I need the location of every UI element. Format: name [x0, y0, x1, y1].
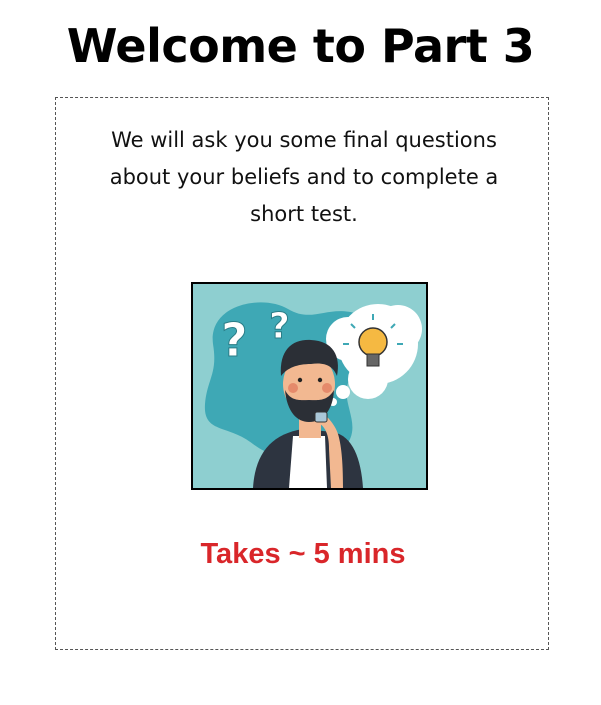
- svg-text:?: ?: [221, 313, 248, 367]
- intro-text: We will ask you some final questions abo…: [109, 128, 499, 226]
- duration-label: Takes ~ 5 mins: [200, 538, 406, 570]
- intro-card: We will ask you some final questions abo…: [55, 97, 549, 650]
- page-title: Welcome to Part 3: [66, 19, 535, 73]
- thinking-person-icon: ? ?: [193, 284, 426, 488]
- svg-text:?: ?: [269, 306, 290, 347]
- thinking-person-illustration: ? ?: [191, 282, 428, 490]
